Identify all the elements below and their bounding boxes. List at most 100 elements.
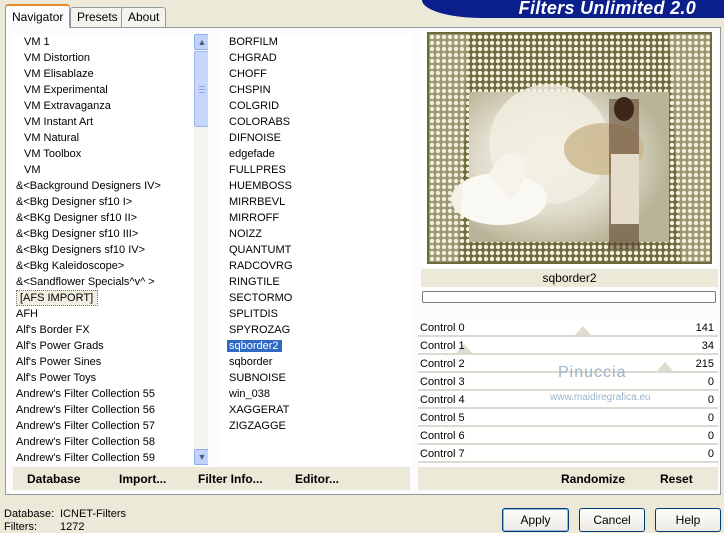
filter-item[interactable]: ZIGZAGGE (219, 418, 412, 434)
preview-area[interactable] (421, 30, 718, 267)
filter-item[interactable]: RINGTILE (219, 274, 412, 290)
category-item[interactable]: &<Bkg Designer sf10 III> (13, 226, 193, 242)
filter-item[interactable]: XAGGERAT (219, 402, 412, 418)
help-button[interactable]: Help (655, 508, 721, 532)
category-scrollbar[interactable]: ▲ ▼ (194, 34, 208, 465)
filter-item[interactable]: QUANTUMT (219, 242, 412, 258)
category-item[interactable]: VM (13, 162, 193, 178)
status-filters-value: 1272 (60, 521, 85, 533)
filter-item[interactable]: SPLITDIS (219, 306, 412, 322)
watermark-name: Pinuccia (558, 364, 627, 381)
filter-item[interactable]: sqborder2 (219, 338, 412, 354)
filter-list[interactable]: BORFILM CHGRAD CHOFF CHSPIN COLGRID COLORABS D… (219, 34, 412, 465)
tab-presets[interactable]: Presets (70, 7, 125, 27)
slider-track (418, 461, 718, 463)
status-database-label: Database: (4, 508, 55, 520)
scroll-thumb[interactable] (194, 51, 208, 127)
slider-thumb[interactable] (575, 326, 592, 335)
category-item[interactable]: &<Bkg Designer sf10 I> (13, 194, 193, 210)
filter-item[interactable]: CHSPIN (219, 82, 412, 98)
filter-item[interactable]: BORFILM (219, 34, 412, 50)
control-slider[interactable]: Control 5 0 (418, 410, 718, 428)
category-item[interactable]: VM Natural (13, 130, 193, 146)
filter-item-label: COLORABS (229, 116, 291, 128)
category-item[interactable]: &<Bkg Designers sf10 IV> (13, 242, 193, 258)
category-item[interactable]: VM Elisablaze (13, 66, 193, 82)
category-item[interactable]: AFH (13, 306, 193, 322)
category-item[interactable]: &<Background Designers IV> (13, 178, 193, 194)
navigator-panel: VM 1 VM Distortion VM Elisablaze VM Experim… (5, 27, 721, 495)
control-value: 215 (695, 358, 714, 370)
category-item-label: Andrew's Filter Collection 58 (16, 436, 156, 448)
filter-item[interactable]: edgefade (219, 146, 412, 162)
cancel-button[interactable]: Cancel (579, 508, 645, 532)
category-item[interactable]: Alf's Power Toys (13, 370, 193, 386)
tab-navigator[interactable]: Navigator (5, 4, 71, 28)
filter-item[interactable]: SUBNOISE (219, 370, 412, 386)
category-item[interactable]: VM Toolbox (13, 146, 193, 162)
category-item[interactable]: Alf's Power Sines (13, 354, 193, 370)
reset-button[interactable]: Reset (660, 472, 693, 486)
filter-item[interactable]: NOIZZ (219, 226, 412, 242)
category-item[interactable]: VM Distortion (13, 50, 193, 66)
progress-bar (422, 291, 716, 303)
category-item-label: Andrew's Filter Collection 56 (16, 404, 156, 416)
filter-item[interactable]: FULLPRES (219, 162, 412, 178)
category-item[interactable]: Andrew's Filter Collection 58 (13, 434, 193, 450)
filter-item[interactable]: MIRRBEVL (219, 194, 412, 210)
filter-item[interactable]: RADCOVRG (219, 258, 412, 274)
category-item[interactable]: &<Bkg Kaleidoscope> (13, 258, 193, 274)
category-item[interactable]: &<BKg Designer sf10 II> (13, 210, 193, 226)
category-item[interactable]: VM 1 (13, 34, 193, 50)
category-item-label: VM Instant Art (24, 116, 94, 128)
filter-item[interactable]: CHGRAD (219, 50, 412, 66)
category-item[interactable]: Alf's Border FX (13, 322, 193, 338)
control-value: 0 (707, 376, 714, 388)
database-button[interactable]: Database (27, 472, 80, 486)
grip-icon (199, 86, 205, 93)
filter-item-label: win_038 (229, 388, 270, 400)
category-items: VM 1 VM Distortion VM Elisablaze VM Experim… (13, 34, 193, 465)
category-item[interactable]: &<Sandflower Specials^v^ > (13, 274, 193, 290)
slider-thumb[interactable] (657, 362, 674, 371)
category-item[interactable]: Andrew's Filter Collection 56 (13, 402, 193, 418)
filter-info-button[interactable]: Filter Info... (198, 472, 263, 486)
filter-item-label: BORFILM (229, 36, 278, 48)
filter-item[interactable]: DIFNOISE (219, 130, 412, 146)
control-slider[interactable]: Control 1 34 (418, 338, 718, 356)
editor-button[interactable]: Editor... (295, 472, 339, 486)
apply-button[interactable]: Apply (502, 508, 569, 532)
filter-item[interactable]: SPYROZAG (219, 322, 412, 338)
filter-item[interactable]: win_038 (219, 386, 412, 402)
control-slider[interactable]: Control 6 0 (418, 428, 718, 446)
preview-artwork (429, 34, 710, 262)
control-slider[interactable]: Control 7 0 (418, 446, 718, 464)
category-item[interactable]: VM Instant Art (13, 114, 193, 130)
control-label: Control 7 (420, 448, 465, 460)
category-list[interactable]: VM 1 VM Distortion VM Elisablaze VM Experim… (13, 34, 208, 465)
category-item[interactable]: Alf's Power Grads (13, 338, 193, 354)
scroll-down-button[interactable]: ▼ (194, 449, 208, 465)
filter-item[interactable]: HUEMBOSS (219, 178, 412, 194)
control-label: Control 0 (420, 322, 465, 334)
category-item[interactable]: Andrew's Filter Collection 59 (13, 450, 193, 465)
filter-item[interactable]: sqborder (219, 354, 412, 370)
filter-item-label: RINGTILE (229, 276, 280, 288)
randomize-button[interactable]: Randomize (561, 472, 625, 486)
control-slider[interactable]: Control 0 141 (418, 320, 718, 338)
category-item[interactable]: [AFS IMPORT] (13, 290, 193, 306)
filter-item[interactable]: COLORABS (219, 114, 412, 130)
category-item-label: VM Natural (24, 132, 80, 144)
category-item[interactable]: Andrew's Filter Collection 57 (13, 418, 193, 434)
category-item[interactable]: VM Experimental (13, 82, 193, 98)
filter-item[interactable]: MIRROFF (219, 210, 412, 226)
filter-item[interactable]: COLGRID (219, 98, 412, 114)
category-item[interactable]: Andrew's Filter Collection 55 (13, 386, 193, 402)
category-item[interactable]: VM Extravaganza (13, 98, 193, 114)
filter-item[interactable]: CHOFF (219, 66, 412, 82)
scroll-up-button[interactable]: ▲ (194, 34, 208, 50)
tab-about[interactable]: About (121, 7, 167, 27)
filter-item-label: SPLITDIS (229, 308, 278, 320)
filter-item[interactable]: SECTORMO (219, 290, 412, 306)
import-button[interactable]: Import... (119, 472, 166, 486)
